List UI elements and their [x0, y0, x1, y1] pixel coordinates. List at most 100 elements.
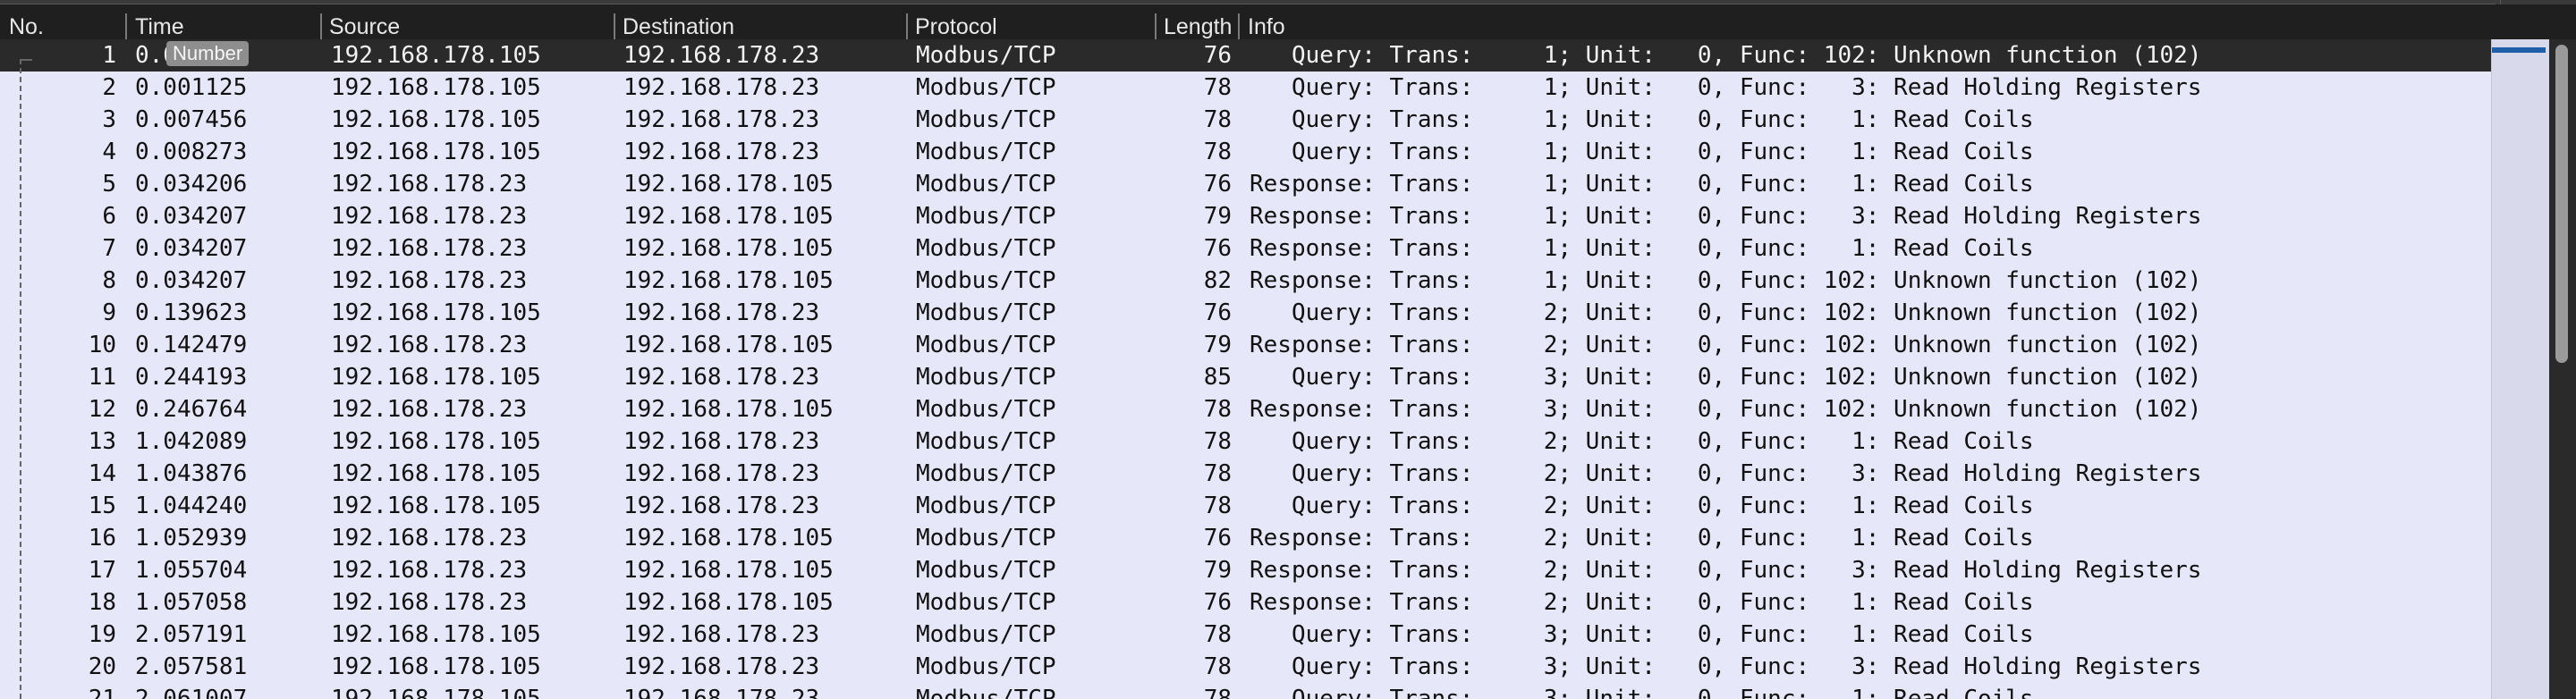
packet-dst-cell: 192.168.178.23 [623, 493, 820, 519]
packet-no-cell: 3 [102, 106, 116, 133]
scrollbar-thumb[interactable] [2555, 45, 2568, 363]
column-resize-handle[interactable] [320, 13, 322, 40]
packet-row[interactable]: 20 2.057581 192.168.178.105 192.168.178.23 M… [0, 651, 2491, 683]
packet-src-cell: 192.168.178.105 [331, 428, 541, 455]
packet-no-cell: 14 [88, 460, 116, 487]
packet-row[interactable]: 5 0.034206 192.168.178.23 192.168.178.105 Mo… [0, 168, 2491, 200]
packet-no-cell: 4 [102, 139, 116, 165]
packet-info-cell: Query: Trans: 1; Unit: 0, Func: 1: Read … [1250, 139, 2034, 165]
packet-proto-cell: Modbus/TCP [916, 686, 1056, 699]
packet-time-cell: 0.007456 [135, 106, 248, 133]
packet-src-cell: 192.168.178.23 [331, 267, 528, 294]
packet-src-cell: 192.168.178.105 [331, 460, 541, 487]
packet-info-cell: Query: Trans: 3; Unit: 0, Func: 1: Read … [1250, 621, 2034, 648]
packet-row[interactable]: 10.000000192.168.178.105192.168.178.23Mo… [0, 39, 2491, 72]
packet-dst-cell: 192.168.178.105 [623, 525, 834, 552]
packet-row[interactable]: 4 0.008273 192.168.178.105 192.168.178.23 Mo… [0, 136, 2491, 168]
packet-src-cell: 192.168.178.105 [331, 686, 541, 699]
packet-info-cell: Query: Trans: 2; Unit: 0, Func: 1: Read … [1250, 493, 2034, 519]
column-resize-handle[interactable] [614, 13, 615, 40]
conversation-tree-start [20, 59, 32, 61]
packet-proto-cell: Modbus/TCP [916, 493, 1056, 519]
packet-src-cell: 192.168.178.105 [331, 653, 541, 680]
packet-dst-cell: 192.168.178.105 [623, 171, 834, 198]
packet-no-cell: 20 [88, 653, 116, 680]
packet-row[interactable]: 9 0.139623 192.168.178.105 192.168.178.23 Mo… [0, 297, 2491, 329]
packet-info-cell: Query: Trans: 2; Unit: 0, Func: 1: Read … [1250, 428, 2034, 455]
packet-proto-cell: Modbus/TCP [916, 364, 1056, 391]
packet-time-cell: 1.044240 [135, 493, 248, 519]
packet-proto-cell: Modbus/TCP [916, 653, 1056, 680]
column-resize-handle[interactable] [906, 13, 908, 40]
packet-dst-cell: 192.168.178.105 [623, 267, 834, 294]
packet-src-cell: 192.168.178.105 [331, 139, 541, 165]
column-resize-handle[interactable] [125, 13, 127, 40]
packet-row[interactable]: 3 0.007456 192.168.178.105 192.168.178.23 Mo… [0, 104, 2491, 136]
packet-time-cell: 0.142479 [135, 332, 248, 358]
packet-no-cell: 9 [102, 299, 116, 326]
packet-row[interactable]: 13 1.042089 192.168.178.105 192.168.178.23 M… [0, 425, 2491, 458]
packet-dst-cell: 192.168.178.23 [623, 74, 820, 101]
packet-row[interactable]: 19 2.057191 192.168.178.105 192.168.178.23 M… [0, 619, 2491, 651]
packet-list[interactable]: 10.000000192.168.178.105192.168.178.23Mo… [0, 39, 2491, 699]
packet-proto-cell: Modbus/TCP [916, 621, 1056, 648]
packet-len-cell: 76 [1203, 42, 1232, 69]
packet-dst-cell: 192.168.178.23 [623, 428, 820, 455]
packet-row[interactable]: 14 1.043876 192.168.178.105 192.168.178.23 M… [0, 458, 2491, 490]
packet-len-cell: 78 [1203, 493, 1232, 519]
packet-time-cell: 0.244193 [135, 364, 248, 391]
packet-no-cell: 12 [88, 396, 116, 423]
packet-len-cell: 76 [1203, 525, 1232, 552]
packet-dst-cell: 192.168.178.105 [623, 332, 834, 358]
packet-dst-cell: 192.168.178.23 [623, 653, 820, 680]
packet-row[interactable]: 18 1.057058 192.168.178.23 192.168.178.105 M… [0, 586, 2491, 619]
vertical-scrollbar[interactable] [2549, 39, 2576, 699]
packet-info-cell: Query: Trans: 1; Unit: 0, Func: 3: Read … [1250, 74, 2202, 101]
packet-dst-cell: 192.168.178.105 [623, 396, 834, 423]
packet-info-cell: Query: Trans: 3; Unit: 0, Func: 102: Unk… [1250, 364, 2202, 391]
packet-row[interactable]: 15 1.044240 192.168.178.105 192.168.178.23 M… [0, 490, 2491, 522]
conversation-tree-line [20, 59, 21, 699]
packet-no-cell: 21 [88, 686, 116, 699]
packet-row[interactable]: 10 0.142479 192.168.178.23 192.168.178.105 M… [0, 329, 2491, 361]
packet-time-cell: 1.043876 [135, 460, 248, 487]
packet-time-cell: 1.057058 [135, 589, 248, 616]
packet-time-cell: 0.139623 [135, 299, 248, 326]
packet-row[interactable]: 8 0.034207 192.168.178.23 192.168.178.105 Mo… [0, 265, 2491, 297]
packet-len-cell: 76 [1203, 299, 1232, 326]
packet-time-cell: 1.055704 [135, 557, 248, 584]
packet-len-cell: 85 [1203, 364, 1232, 391]
packet-proto-cell: Modbus/TCP [916, 139, 1056, 165]
packet-row[interactable]: 7 0.034207 192.168.178.23 192.168.178.105 Mo… [0, 232, 2491, 265]
column-resize-handle[interactable] [1155, 13, 1157, 40]
packet-proto-cell: Modbus/TCP [916, 332, 1056, 358]
packet-row[interactable]: 21 2.061007 192.168.178.105 192.168.178.23 M… [0, 683, 2491, 699]
packet-row[interactable]: 17 1.055704 192.168.178.23 192.168.178.105 M… [0, 554, 2491, 586]
packet-row[interactable]: 16 1.052939 192.168.178.23 192.168.178.105 M… [0, 522, 2491, 554]
packet-no-cell: 5 [102, 171, 116, 198]
packet-time-cell: 1.042089 [135, 428, 248, 455]
packet-no-cell: 10 [88, 332, 116, 358]
packet-dst-cell: 192.168.178.105 [623, 203, 834, 230]
column-resize-handle[interactable] [1238, 13, 1240, 40]
packet-no-cell: 6 [102, 203, 116, 230]
packet-no-cell: 13 [88, 428, 116, 455]
packet-row[interactable]: 11 0.244193 192.168.178.105 192.168.178.23 M… [0, 361, 2491, 393]
packet-proto-cell: Modbus/TCP [916, 460, 1056, 487]
packet-row[interactable]: 6 0.034207 192.168.178.23 192.168.178.105 Mo… [0, 200, 2491, 232]
packet-no-cell: 17 [88, 557, 116, 584]
packet-map-gutter[interactable] [2491, 39, 2550, 699]
packet-info-cell: Response: Trans: 3; Unit: 0, Func: 102: … [1250, 396, 2202, 423]
packet-row[interactable]: 12 0.246764 192.168.178.23 192.168.178.105 M… [0, 393, 2491, 425]
packet-info-cell: Response: Trans: 2; Unit: 0, Func: 3: Re… [1250, 557, 2202, 584]
packet-src-cell: 192.168.178.23 [331, 396, 528, 423]
packet-info-cell: Response: Trans: 2; Unit: 0, Func: 1: Re… [1250, 589, 2034, 616]
packet-no-cell: 2 [102, 74, 116, 101]
packet-len-cell: 78 [1203, 686, 1232, 699]
packet-len-cell: 79 [1203, 203, 1232, 230]
packet-info-cell: Query: Trans: 2; Unit: 0, Func: 3: Read … [1250, 460, 2202, 487]
packet-time-cell: 0.008273 [135, 139, 248, 165]
packet-row[interactable]: 2 0.001125 192.168.178.105 192.168.178.23 Mo… [0, 72, 2491, 104]
packet-src-cell: 192.168.178.105 [331, 74, 541, 101]
packet-len-cell: 78 [1203, 139, 1232, 165]
